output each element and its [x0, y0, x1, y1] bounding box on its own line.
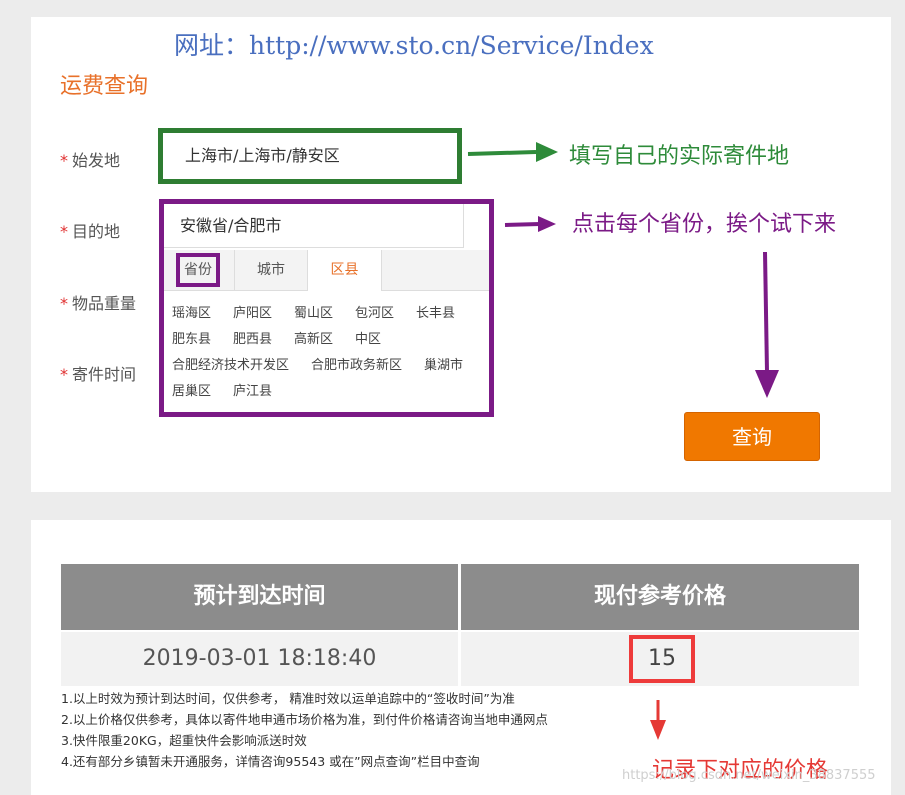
purple-down-arrow-icon: [755, 251, 779, 398]
purple-right-arrow-icon: [504, 216, 556, 232]
green-arrow-icon: [467, 142, 558, 162]
annotation-arrows: [467, 142, 779, 740]
red-down-arrow-icon: [650, 700, 666, 740]
